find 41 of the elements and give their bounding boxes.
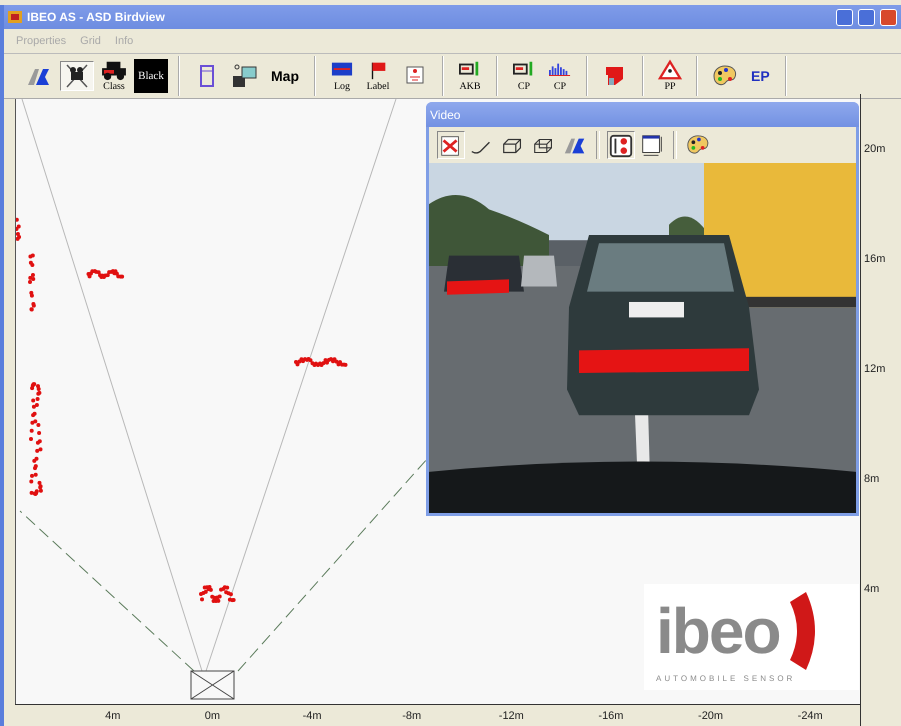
axis-label: -8m: [401, 709, 422, 724]
sensor-vehicle-drawing: [190, 670, 234, 700]
logo-tagline: AUTOMOBILE SENSOR: [656, 674, 796, 683]
axis-label: 8m: [863, 472, 880, 487]
toolbar-camera-button[interactable]: [60, 60, 94, 91]
axis-label: 4m: [104, 709, 122, 724]
axis-label: 20m: [863, 142, 886, 157]
maximize-button[interactable]: [858, 8, 875, 26]
axis-label: -24m: [796, 709, 824, 724]
axis-label: -4m: [302, 709, 323, 724]
app-icon: [8, 11, 22, 24]
axis-label: -20m: [697, 709, 724, 724]
window-title: IBEO AS - ASD Birdview: [27, 10, 166, 24]
close-button[interactable]: [880, 8, 897, 26]
axis-label: 16m: [863, 252, 886, 267]
toolbar-button[interactable]: AKB: [454, 57, 486, 94]
toolbar-button[interactable]: Map: [266, 66, 304, 85]
car-icon: [101, 59, 127, 82]
point-cluster: [294, 357, 348, 367]
axis-label: -12m: [498, 709, 525, 724]
point-cluster: [16, 218, 22, 241]
point-cluster: [199, 585, 236, 603]
logo-wordmark: ibeo: [656, 599, 780, 663]
axis-label: -16m: [597, 709, 624, 724]
warning-sign-icon: [657, 59, 683, 82]
minimize-button[interactable]: [836, 8, 853, 26]
axis-label: 0m: [204, 709, 222, 724]
toolbar-button[interactable]: Class: [98, 57, 130, 94]
computer-icon: [231, 62, 259, 89]
video-window-title: Video: [426, 102, 859, 127]
axis-label: 4m: [863, 582, 880, 597]
color-button[interactable]: Black: [134, 58, 168, 93]
toolbar-button[interactable]: PP: [654, 57, 686, 94]
toolbar-button[interactable]: CP: [544, 57, 576, 94]
point-cluster: [86, 269, 124, 279]
toolbar-button[interactable]: CP: [508, 57, 540, 94]
toolbar-button[interactable]: Log: [326, 57, 358, 94]
point-cluster: [28, 254, 36, 312]
toolbar-button[interactable]: EP: [746, 66, 775, 85]
toolbar-button[interactable]: Label: [362, 57, 394, 94]
axis-label: 12m: [863, 362, 886, 377]
